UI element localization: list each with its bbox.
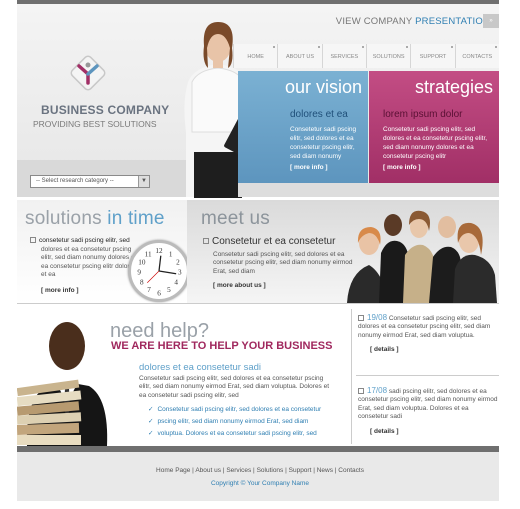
svg-text:1: 1 [169,251,173,259]
news-details-link[interactable]: [ details ] [370,346,499,353]
footer-links: Home Page | About us | Services | Soluti… [156,467,364,474]
news-details-link[interactable]: [ details ] [370,428,499,435]
vision-subtitle: dolores et ea [290,109,348,120]
solutions-more-link[interactable]: [ more info ] [41,287,79,294]
nav-solutions[interactable]: SOLUTIONS [365,44,411,68]
nav-about[interactable]: ABOUT US [277,44,322,68]
footer-link-solutions[interactable]: Solutions [257,467,284,474]
checkmark-icon: ✓ [148,418,154,425]
vision-text: Consetetur sadi pscing elitr, sed dolore… [290,126,357,160]
check-item: ✓ pscing elitr, sed diam nonumy eirmod Er… [148,417,312,425]
meet-lead: Consetetur et ea consetetur [203,236,335,247]
strategies-more-link[interactable]: [ more info ] [383,164,421,171]
category-select[interactable]: -- Select research category -- ▼ [30,175,150,188]
check-item-text: voluptua. Dolores et ea consetetur sadi … [157,430,317,437]
checkmark-icon: ✓ [148,406,154,413]
check-item: ✓ Consetetur sadi pscing elitr, sed dolor… [148,405,325,413]
svg-text:11: 11 [145,251,152,259]
news-body: 19/08 Consetetur sadi pscing elitr, sed … [358,313,499,340]
footer-link-services[interactable]: Services [226,467,251,474]
nav-contacts[interactable]: CONTACTS [454,44,499,68]
view-highlight: PRESENTATION [415,16,490,27]
meet-text: Consetetur sadi pscing elitr, sed dolore… [213,251,353,275]
strategies-text: Consetetur sadi pscing elitr, sed dolore… [383,126,488,160]
svg-text:6: 6 [157,289,161,297]
footer-link-about[interactable]: About us [195,467,221,474]
section-divider [17,303,499,304]
solutions-title-a: solutions [25,208,108,229]
news-body: 17/08 sadi pscing elitr, sed dolores et … [358,386,499,422]
panel-base [238,183,499,197]
help-text: Consetetur sadi pscing elitr, sed dolore… [139,375,330,399]
svg-text:5: 5 [167,286,171,294]
svg-text:9: 9 [137,269,141,277]
svg-text:12: 12 [155,247,163,255]
main-nav: HOME ABOUT US SERVICES SOLUTIONS SUPPORT… [233,44,499,68]
vision-title: our vision [284,77,362,97]
bullet-icon [358,315,364,322]
footer-link-home[interactable]: Home Page [156,467,190,474]
news-divider [351,309,352,444]
brand-name: BUSINESS COMPANY [41,103,170,117]
svg-text:8: 8 [140,279,144,287]
copyright: Copyright © Your Company Name [210,480,309,487]
meet-more-link[interactable]: [ more about us ] [213,282,266,289]
vision-more-link[interactable]: [ more info ] [290,164,328,171]
news-item: 19/08 Consetetur sadi pscing elitr, sed … [358,313,499,353]
solutions-title-b: in time [107,208,165,229]
checkmark-icon: ✓ [148,430,154,437]
svg-text:2: 2 [176,259,180,267]
check-item-text: pscing elitr, sed diam nonumy eirmod Era… [157,418,309,425]
check-item-text: Consetetur sadi pscing elitr, sed dolore… [157,406,322,413]
solutions-title: solutions in time [25,208,165,230]
nav-support[interactable]: SUPPORT [410,44,455,68]
bullet-icon [30,237,36,244]
bullet-icon [203,238,209,245]
select-value: -- Select research category -- [36,178,114,184]
news-item: 17/08 sadi pscing elitr, sed dolores et … [358,386,499,435]
solutions-lead: consetetur sadi pscing elitr, sed [30,237,130,244]
news-date: 17/08 [367,386,388,395]
strategies-subtitle: lorem ipsum dolor [383,109,463,120]
help-subtitle: WE ARE HERE TO HELP YOUR BUSINESS [111,340,333,352]
svg-text:4: 4 [174,279,178,287]
businessman-photo [17,322,108,446]
footer [17,452,499,501]
svg-text:3: 3 [178,269,182,277]
help-heading: dolores et ea consetetur sadi [139,362,261,373]
footer-link-support[interactable]: Support [289,467,312,474]
clock-icon: 12 12 345678 9 1011 [128,240,190,302]
team-photo [347,210,497,303]
solutions-text: dolores et ea consetetur pscing elitr, s… [41,246,137,279]
brand-tagline: PROVIDING BEST SOLUTIONS [33,119,157,129]
vision-panel: our vision dolores et ea Consetetur sadi… [238,71,368,183]
strategies-title: strategies [414,77,493,97]
news-date: 19/08 [367,313,388,322]
view-prefix: VIEW COMPANY [335,16,413,27]
company-logo-icon[interactable] [66,51,110,95]
svg-text:7: 7 [147,286,151,294]
bullet-icon [358,388,364,395]
meet-lead-text: Consetetur et ea consetetur [212,236,336,247]
news-separator [356,375,499,376]
presentation-arrow-icon[interactable]: » [483,14,499,28]
check-item: ✓ voluptua. Dolores et ea consetetur sadi… [148,429,321,437]
meet-title: meet us [201,208,270,229]
chevron-down-icon[interactable]: ▼ [138,176,149,187]
solutions-lead-text: consetetur sadi pscing elitr, sed [39,237,130,244]
view-presentation-link[interactable]: VIEW COMPANY PRESENTATION [336,16,490,27]
footer-link-news[interactable]: News [317,467,333,474]
nav-services[interactable]: SERVICES [321,44,366,68]
svg-text:10: 10 [138,259,146,267]
footer-link-contacts[interactable]: Contacts [338,467,364,474]
strategies-panel: strategies lorem ipsum dolor Consetetur … [369,71,499,183]
